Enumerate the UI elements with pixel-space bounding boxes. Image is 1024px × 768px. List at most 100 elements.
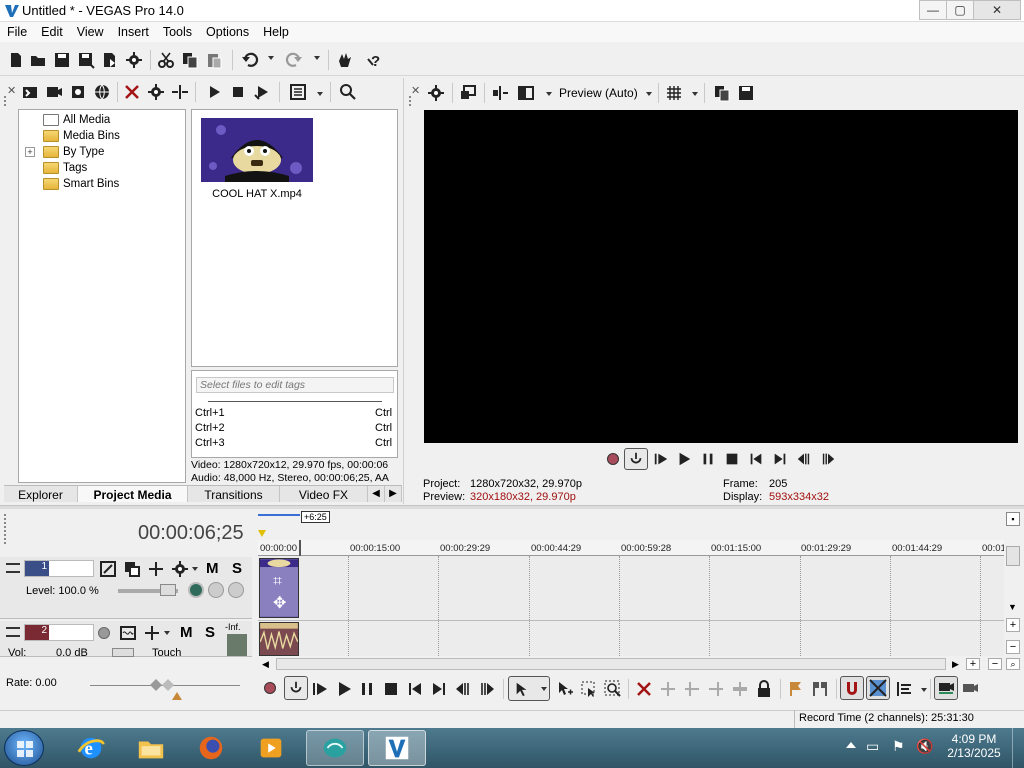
views-dropdown[interactable] — [317, 92, 323, 96]
drag-handle[interactable] — [409, 96, 415, 106]
play-button[interactable] — [334, 679, 354, 699]
tab-video-fx[interactable]: Video FX — [280, 486, 368, 502]
clock[interactable]: 4:09 PM 2/13/2025 — [944, 732, 1004, 760]
track-area[interactable] — [258, 556, 1004, 656]
overlays-dropdown[interactable] — [692, 92, 698, 96]
start-orb[interactable] — [4, 730, 44, 766]
level-slider-thumb[interactable] — [160, 584, 176, 596]
show-hidden-icons[interactable] — [846, 742, 856, 748]
menu-help[interactable]: Help — [256, 25, 296, 39]
track-fx-icon[interactable] — [118, 623, 138, 643]
network-icon[interactable]: ▭ — [866, 738, 879, 755]
file-explorer-icon[interactable] — [122, 730, 180, 766]
stop-icon[interactable] — [228, 82, 248, 102]
expand-icon[interactable]: + — [25, 147, 35, 157]
track-name-field[interactable]: 2 — [24, 624, 94, 641]
cut-icon[interactable] — [156, 50, 176, 70]
tree-item-media-bins[interactable]: Media Bins — [43, 128, 120, 144]
close-button[interactable]: ✕ — [973, 0, 1021, 20]
play-button[interactable] — [674, 450, 694, 468]
track-settings-icon[interactable] — [170, 559, 190, 579]
lock-icon[interactable] — [754, 679, 774, 699]
save-as-icon[interactable] — [76, 50, 96, 70]
record-button[interactable] — [603, 450, 623, 468]
vegas-icon[interactable] — [368, 730, 426, 766]
go-to-end-button[interactable] — [429, 679, 449, 699]
show-desktop-button[interactable] — [1012, 728, 1024, 768]
split-view-icon[interactable] — [516, 83, 536, 103]
arm-record-icon[interactable] — [98, 627, 110, 639]
copy-snapshot-icon[interactable] — [712, 83, 732, 103]
external-monitor-icon[interactable] — [458, 83, 478, 103]
pause-button[interactable] — [698, 450, 718, 468]
tree-item-by-type[interactable]: + By Type — [25, 144, 104, 160]
tree-item-all-media[interactable]: All Media — [43, 112, 110, 128]
zoom-in-vertical-icon[interactable]: + — [1006, 618, 1020, 632]
crop-icon[interactable]: ⌗ — [273, 573, 282, 591]
media-thumbnail[interactable] — [201, 118, 313, 182]
save-icon[interactable] — [52, 50, 72, 70]
capture-icon[interactable] — [44, 82, 64, 102]
undo-dropdown[interactable] — [268, 56, 274, 60]
menu-insert[interactable]: Insert — [111, 25, 156, 39]
split-icon[interactable] — [170, 82, 190, 102]
media-player-icon[interactable] — [242, 730, 300, 766]
tab-scroll-left-icon[interactable]: ◀ — [368, 486, 385, 502]
menu-edit[interactable]: Edit — [34, 25, 70, 39]
video-event[interactable]: ⌗ ✥ — [259, 558, 299, 618]
timeline-drag-handle[interactable] — [4, 514, 10, 544]
remove-icon[interactable] — [122, 82, 142, 102]
next-frame-button[interactable] — [818, 450, 838, 468]
media-file-name[interactable]: COOL HAT X.mp4 — [201, 188, 313, 200]
preview-properties-icon[interactable] — [426, 83, 446, 103]
track-compositing-icon[interactable] — [146, 559, 166, 579]
audio-event[interactable] — [259, 622, 299, 656]
maximize-button[interactable]: ▢ — [946, 0, 974, 20]
undo-icon[interactable] — [240, 50, 260, 70]
loop-playback-button[interactable] — [624, 448, 648, 470]
marker-icon[interactable] — [258, 530, 266, 537]
delete-icon[interactable] — [634, 679, 654, 699]
record-button[interactable] — [264, 682, 276, 694]
menu-file[interactable]: File — [0, 25, 34, 39]
import-media-icon[interactable] — [20, 82, 40, 102]
menu-view[interactable]: View — [70, 25, 111, 39]
loop-playback-button[interactable] — [284, 676, 308, 700]
drag-handle[interactable] — [4, 96, 10, 106]
tab-transitions[interactable]: Transitions — [188, 486, 280, 502]
compositing-mode-icon[interactable] — [188, 582, 204, 598]
media-properties-icon[interactable] — [146, 82, 166, 102]
trim-start-icon[interactable] — [682, 679, 702, 699]
go-to-start-button[interactable] — [746, 450, 766, 468]
insert-region-icon[interactable] — [810, 679, 830, 699]
playhead[interactable] — [299, 540, 301, 556]
firefox-icon[interactable] — [182, 730, 240, 766]
copy-icon[interactable] — [180, 50, 200, 70]
next-frame-button[interactable] — [477, 679, 497, 699]
preview-quality-select[interactable]: Preview (Auto) — [559, 86, 638, 100]
split-event-icon[interactable] — [730, 679, 750, 699]
hand-icon[interactable] — [334, 50, 354, 70]
menu-options[interactable]: Options — [199, 25, 256, 39]
properties-icon[interactable] — [124, 50, 144, 70]
play-from-start-button[interactable] — [310, 679, 330, 699]
tree-item-smart-bins[interactable]: Smart Bins — [43, 176, 119, 192]
go-to-end-button[interactable] — [770, 450, 790, 468]
mute-button[interactable]: M — [206, 560, 219, 577]
timeline-menu-icon[interactable]: ▪ — [1006, 512, 1020, 526]
new-icon[interactable] — [6, 50, 26, 70]
track-menu-icon[interactable] — [6, 563, 20, 573]
open-icon[interactable] — [28, 50, 48, 70]
zoom-tool-icon[interactable]: ⌕ — [1006, 658, 1020, 670]
tree-item-tags[interactable]: Tags — [43, 160, 87, 176]
volume-muted-icon[interactable]: 🔇 — [916, 738, 933, 755]
preview-quality-dropdown[interactable] — [646, 92, 652, 96]
track-motion-icon[interactable] — [98, 559, 118, 579]
edit-tool-dropdown[interactable] — [541, 687, 547, 691]
internet-explorer-icon[interactable]: e — [62, 730, 120, 766]
envelope-tool-icon[interactable] — [555, 679, 575, 699]
selection-tool-icon[interactable] — [579, 679, 599, 699]
mute-button[interactable]: M — [180, 624, 193, 641]
track-pan-dropdown[interactable] — [164, 631, 170, 635]
trim-icon[interactable] — [658, 679, 678, 699]
